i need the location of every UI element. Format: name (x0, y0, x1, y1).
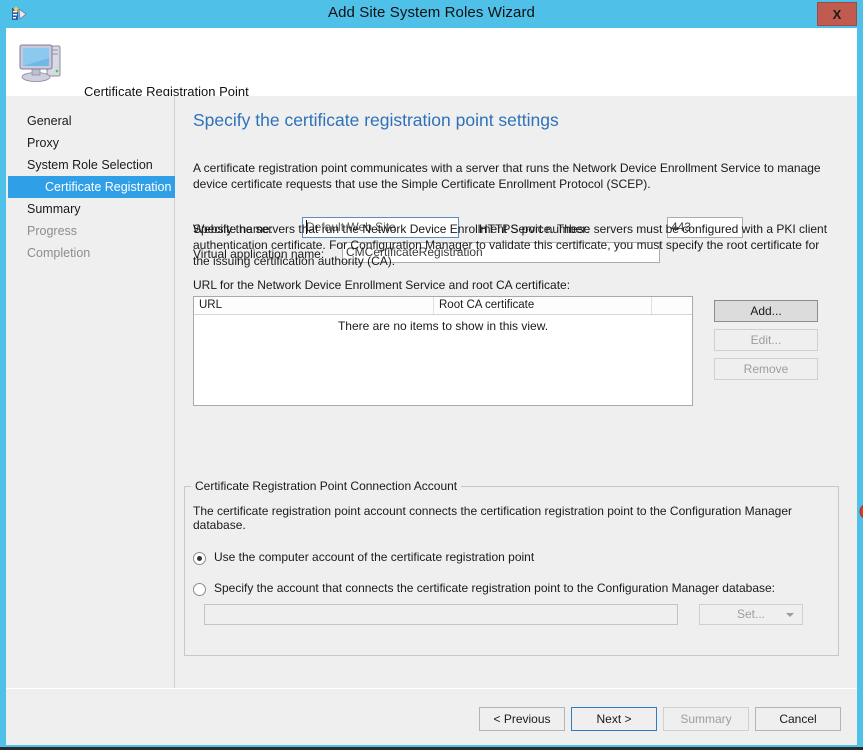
wizard-banner: Certificate Registration Point (6, 28, 857, 99)
sidebar-item-certificate-registration-point[interactable]: Certificate Registration P (8, 176, 175, 198)
connection-account-group-title: Certificate Registration Point Connectio… (191, 479, 462, 493)
wizard-content: Specify the certificate registration poi… (176, 96, 863, 716)
wizard-body: General Proxy System Role Selection Cert… (6, 96, 863, 716)
empty-list-message: There are no items to show in this view. (337, 319, 549, 333)
cancel-button[interactable]: Cancel (755, 707, 841, 731)
wizard-window: Add Site System Roles Wizard X Certifica… (0, 0, 863, 750)
url-list-label: URL for the Network Device Enrollment Se… (193, 278, 571, 292)
set-button-label: Set... (736, 607, 765, 621)
radio-use-computer-account-label: Use the computer account of the certific… (214, 550, 535, 564)
previous-button[interactable]: < Previous (479, 707, 565, 731)
add-button[interactable]: Add... (714, 300, 818, 322)
intro-paragraph: A certificate registration point communi… (193, 161, 821, 191)
sidebar-item-summary[interactable]: Summary (6, 198, 175, 220)
connection-account-description: The certificate registration point accou… (193, 504, 792, 532)
column-header-spacer[interactable] (652, 297, 692, 314)
radio-button-icon (193, 552, 206, 565)
wizard-footer: < Previous Next > Summary Cancel (6, 688, 857, 745)
set-button: Set... (699, 604, 803, 625)
column-header-url[interactable]: URL (194, 297, 434, 314)
wizard-steps-sidebar: General Proxy System Role Selection Cert… (6, 96, 175, 716)
sidebar-item-proxy[interactable]: Proxy (6, 132, 175, 154)
error-icon (859, 503, 863, 520)
servers-paragraph: Specify the servers that run the Network… (193, 222, 828, 268)
radio-button-icon (193, 583, 206, 596)
remove-button: Remove (714, 358, 818, 380)
title-bar: Add Site System Roles Wizard X (0, 0, 863, 28)
radio-specify-account-label: Specify the account that connects the ce… (214, 581, 776, 595)
edit-button: Edit... (714, 329, 818, 351)
sidebar-item-progress: Progress (27, 224, 78, 238)
sidebar-item-system-role-selection[interactable]: System Role Selection (6, 154, 175, 176)
window-title: Add Site System Roles Wizard (327, 4, 536, 21)
sidebar-item-general[interactable]: General (6, 110, 175, 132)
close-button[interactable]: X (817, 2, 857, 26)
chevron-down-icon (786, 613, 794, 617)
computer-icon (16, 36, 68, 88)
page-title: Specify the certificate registration poi… (193, 110, 559, 130)
column-header-root-ca-certificate[interactable]: Root CA certificate (434, 297, 652, 314)
summary-button: Summary (663, 707, 749, 731)
list-header: URL Root CA certificate (194, 297, 692, 315)
next-button[interactable]: Next > (571, 707, 657, 731)
steps-list: General Proxy System Role Selection Cert… (6, 110, 175, 264)
url-list-view[interactable]: URL Root CA certificate There are no ite… (193, 296, 693, 406)
account-input (204, 604, 678, 625)
sidebar-item-completion: Completion (27, 246, 91, 260)
